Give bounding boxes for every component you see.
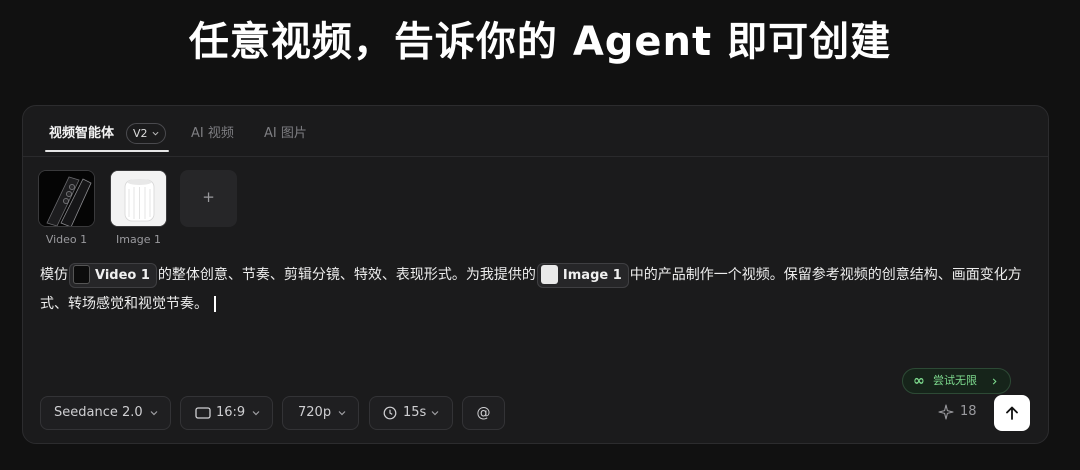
phone-product-image (39, 171, 94, 226)
try-unlimited-label: 尝试无限 (933, 374, 977, 387)
image-ref-thumbnail (540, 264, 558, 284)
agent-composer-panel: 视频智能体 V2 AI 视频 AI 图片 + Video 1 Image 1 模… (22, 105, 1049, 444)
active-tab-indicator (45, 150, 169, 152)
chevron-down-icon (431, 411, 439, 416)
arrow-up-icon (1006, 406, 1018, 420)
mode-tabs: 视频智能体 V2 AI 视频 AI 图片 (23, 106, 1048, 157)
infinity-icon: ∞ (913, 373, 925, 389)
attachment-image-thumbnail[interactable] (110, 170, 167, 227)
duration-selector[interactable]: 15s (369, 396, 453, 430)
video-caption: Video 1 (45, 233, 88, 246)
image-reference-chip[interactable]: Image 1 (536, 262, 629, 288)
model-label: Seedance 2.0 (54, 405, 143, 420)
sparkle-icon (938, 404, 954, 420)
ratio-label: 16:9 (216, 405, 246, 420)
chevron-down-icon (150, 411, 158, 416)
version-selector[interactable]: V2 (126, 123, 166, 144)
video-ref-label: Video 1 (95, 267, 150, 283)
video-reference-chip[interactable]: Video 1 (69, 262, 157, 288)
video-ref-thumbnail (73, 264, 90, 284)
try-unlimited-badge[interactable]: ∞ 尝试无限 (902, 368, 1011, 394)
clock-icon (383, 406, 397, 420)
tab-video-agent[interactable]: 视频智能体 (49, 125, 114, 143)
prompt-input[interactable]: 模仿 Video 1 的整体创意、节奏、剪辑分镜、特效、表现形式。为我提供的 Imag… (40, 261, 1030, 319)
resolution-selector[interactable]: 720p (282, 396, 359, 430)
credits-count: 18 (960, 404, 977, 419)
product-image (111, 171, 166, 226)
mention-button[interactable]: @ (462, 396, 505, 430)
resolution-label: 720p (298, 405, 332, 420)
image-caption: Image 1 (116, 233, 161, 246)
chevron-down-icon (252, 411, 260, 416)
tab-ai-image[interactable]: AI 图片 (264, 125, 307, 143)
page-headline: 任意视频，告诉你的 Agent 即可创建 (188, 19, 892, 65)
model-selector[interactable]: Seedance 2.0 (40, 396, 171, 430)
credits-indicator: 18 (938, 403, 977, 421)
send-button[interactable] (994, 395, 1030, 431)
duration-label: 15s (403, 405, 427, 420)
add-attachment-button[interactable]: + (180, 170, 237, 227)
prompt-text-1: 模仿 (40, 267, 68, 283)
aspect-ratio-selector[interactable]: 16:9 (180, 396, 273, 430)
chevron-right-icon (992, 378, 997, 385)
prompt-text-2: 的整体创意、节奏、剪辑分镜、特效、表现形式。为我提供的 (157, 267, 536, 283)
version-label: V2 (133, 127, 148, 140)
tab-ai-video[interactable]: AI 视频 (191, 125, 234, 143)
chevron-down-icon (338, 411, 346, 416)
text-cursor (214, 296, 216, 312)
chevron-down-icon (152, 131, 159, 136)
plus-icon: + (202, 188, 215, 206)
aspect-ratio-icon (195, 407, 211, 419)
image-ref-label: Image 1 (562, 267, 622, 283)
attachment-video-thumbnail[interactable] (38, 170, 95, 227)
